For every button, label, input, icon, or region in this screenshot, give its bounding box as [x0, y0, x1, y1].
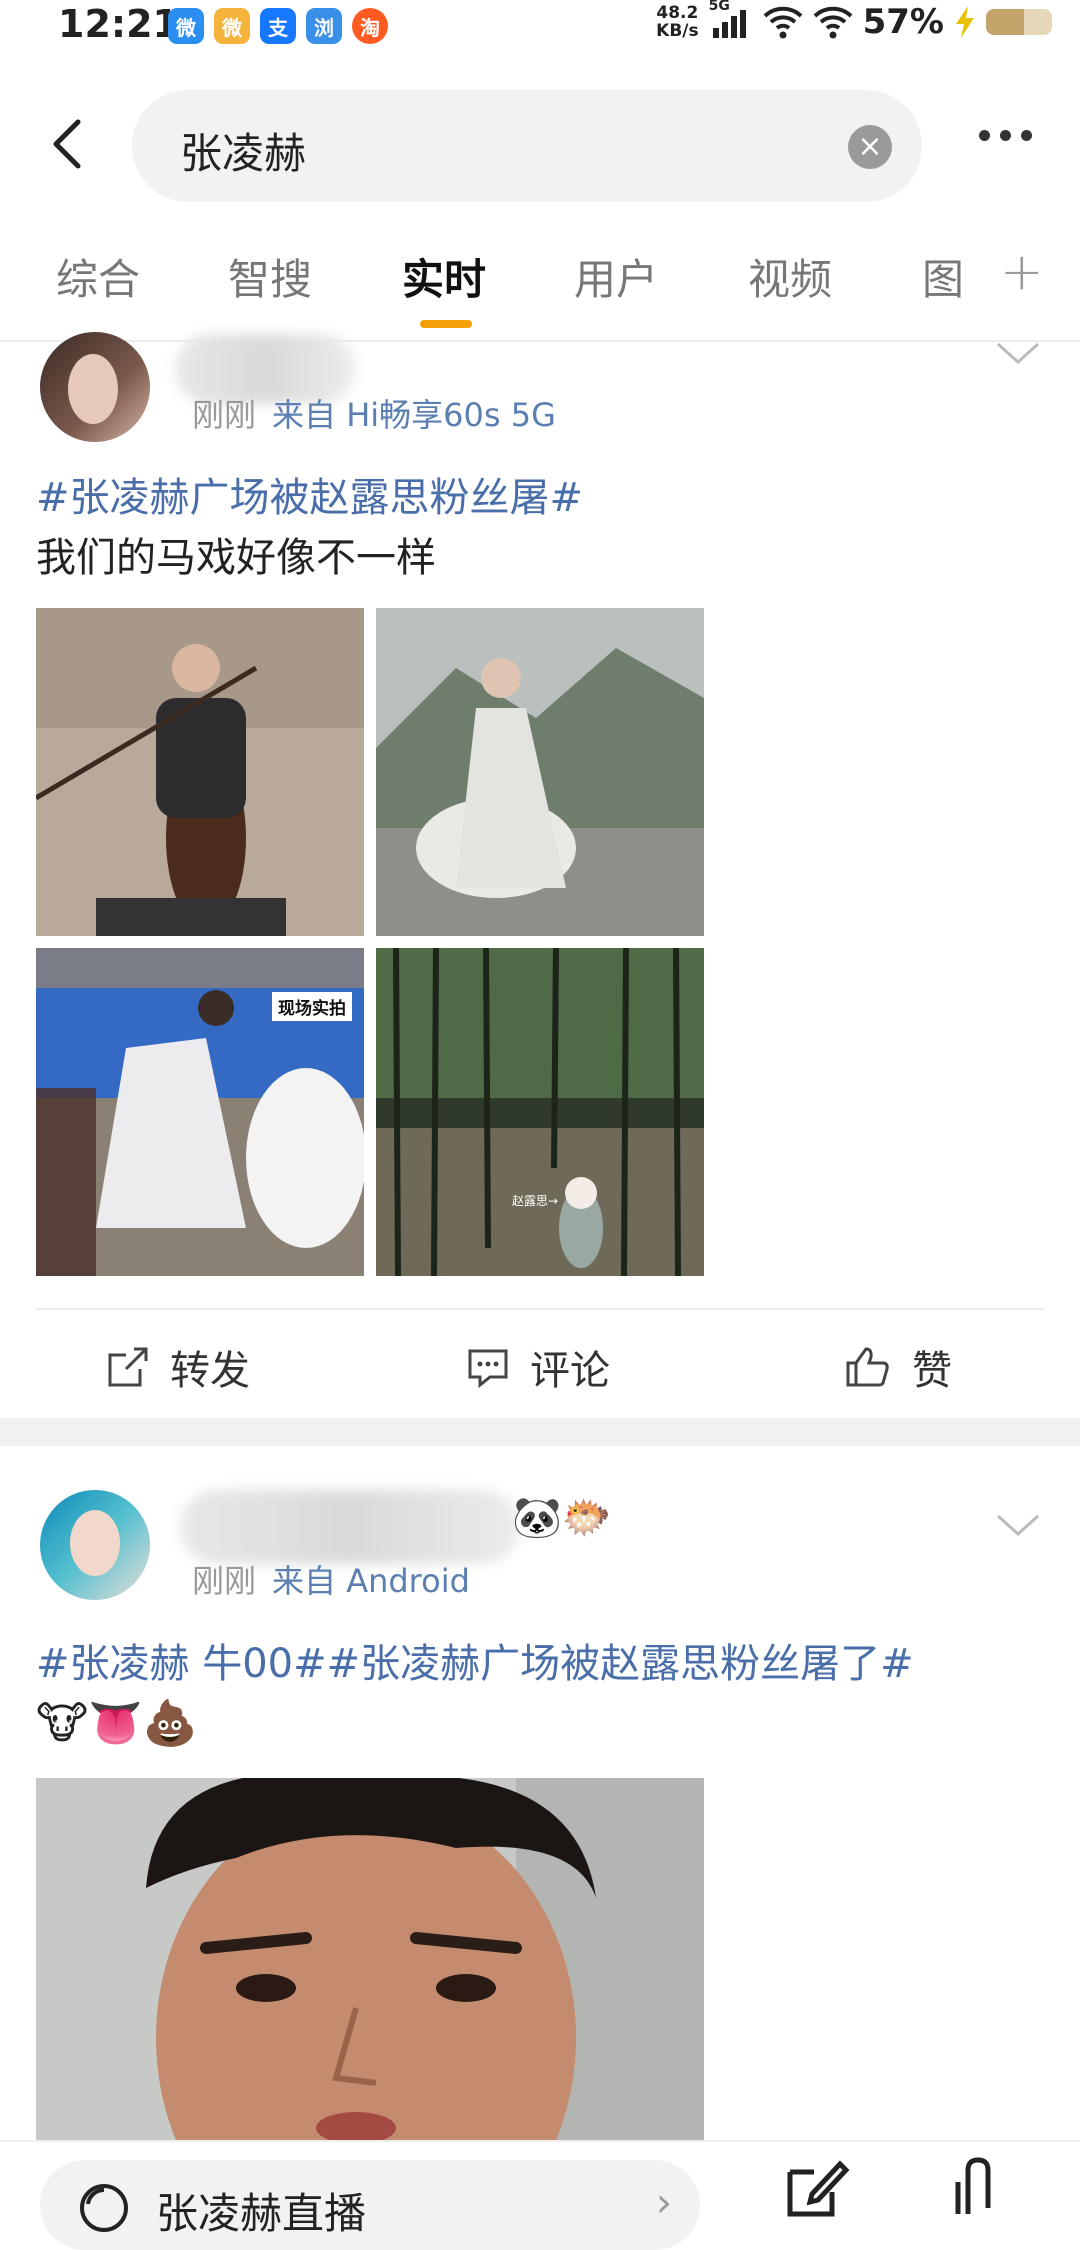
hashtag-link[interactable]: #张凌赫广场被赵露思粉丝屠#	[36, 468, 583, 528]
weibo-alt-icon: 微	[168, 8, 204, 44]
cell-signal-icon: 5G	[709, 0, 753, 42]
notification-icons: 微 微 支 浏 淘	[168, 8, 388, 44]
avatar[interactable]	[40, 332, 150, 442]
post-emojis: 🐮👅💩	[36, 1698, 198, 1749]
post-image-4[interactable]: 赵露思→	[376, 948, 704, 1276]
browser-icon: 浏	[306, 8, 342, 44]
image-caption: 赵露思→	[512, 1194, 559, 1208]
username-emojis: 🐼🐡	[512, 1495, 612, 1541]
wifi-icon-2	[813, 6, 852, 39]
repost-button[interactable]: 转发	[106, 1338, 250, 1396]
post-meta: 刚刚 来自 Android	[192, 1556, 470, 1602]
clear-search-icon[interactable]: ×	[848, 125, 892, 169]
charging-icon	[956, 6, 974, 38]
net-speed: 48.2 KB/s	[656, 3, 699, 41]
search-box[interactable]: 张凌赫 ×	[132, 90, 922, 202]
live-link-text: 张凌赫直播	[156, 2189, 367, 2238]
thumbs-up-icon	[846, 1347, 889, 1387]
post-actions: 转发 评论 赞	[36, 1308, 1044, 1420]
tab-realtime[interactable]: 实时	[402, 246, 486, 307]
active-tab-indicator	[420, 320, 472, 328]
post-body: #张凌赫 牛00##张凌赫广场被赵露思粉丝屠了# 🐮👅💩	[36, 1634, 914, 1754]
attachment-icon[interactable]	[940, 2152, 1010, 2222]
post-time: 刚刚	[192, 396, 257, 434]
status-bar: 12:21 微 微 支 浏 淘 48.2 KB/s 5G 57%	[0, 0, 1080, 56]
post-source: 来自 Hi畅享60s 5G	[272, 396, 556, 434]
like-button[interactable]: 赞	[844, 1338, 952, 1396]
post-body: #张凌赫广场被赵露思粉丝屠# 我们的马戏好像不一样	[36, 468, 583, 588]
feed-separator	[0, 1418, 1080, 1446]
post-meta: 刚刚 来自 Hi畅享60s 5G	[192, 390, 556, 436]
tab-comprehensive[interactable]: 综合	[56, 246, 140, 307]
chevron-right-icon: ›	[656, 2180, 672, 2226]
post-image-1[interactable]	[36, 1778, 704, 2140]
compose-icon[interactable]	[780, 2152, 850, 2222]
search-query[interactable]: 张凌赫	[180, 120, 306, 181]
taobao-icon: 淘	[352, 8, 388, 44]
battery-icon	[986, 9, 1052, 35]
tab-smart-search[interactable]: 智搜	[228, 246, 312, 307]
avatar[interactable]	[40, 1490, 150, 1600]
tab-videos[interactable]: 视频	[748, 246, 832, 307]
weibo-icon: 微	[214, 8, 250, 44]
search-tabs: 综合 智搜 实时 用户 视频 图 +	[0, 236, 1080, 342]
alipay-icon: 支	[260, 8, 296, 44]
tab-users[interactable]: 用户	[574, 246, 658, 307]
post-time: 刚刚	[192, 1562, 257, 1600]
post-image-3[interactable]: 现场实拍	[36, 948, 364, 1276]
post-source: 来自 Android	[272, 1562, 470, 1600]
comment-button[interactable]: 评论	[466, 1338, 610, 1396]
add-tab-icon[interactable]: +	[1000, 242, 1044, 302]
hashtag-link[interactable]: #张凌赫 牛00##张凌赫广场被赵露思粉丝屠了#	[36, 1634, 914, 1694]
image-label: 现场实拍	[272, 992, 352, 1021]
username-blurred[interactable]	[180, 1490, 520, 1564]
post-card: 刚刚 来自 Hi畅享60s 5G #张凌赫广场被赵露思粉丝屠# 我们的马戏好像不一…	[0, 332, 1080, 1420]
comment-icon	[468, 1349, 508, 1389]
chevron-down-icon[interactable]	[996, 340, 1040, 366]
search-header: 张凌赫 ×	[0, 86, 1080, 206]
wifi-icon	[763, 6, 802, 39]
live-search-pill[interactable]: 张凌赫直播 ›	[40, 2160, 700, 2250]
post-image-1[interactable]	[36, 608, 364, 936]
post-image-2[interactable]	[376, 608, 704, 936]
tab-images[interactable]: 图	[922, 246, 964, 307]
bottom-bar: 张凌赫直播 ›	[0, 2140, 1080, 2250]
more-options-icon[interactable]	[979, 130, 1032, 141]
clock: 12:21	[58, 2, 179, 46]
live-icon	[80, 2184, 128, 2232]
repost-icon	[108, 1347, 148, 1387]
back-arrow-icon[interactable]	[40, 114, 100, 174]
battery-percent: 57%	[862, 2, 944, 42]
chevron-down-icon[interactable]	[996, 1512, 1040, 1538]
post-card: 🐼🐡 刚刚 来自 Android #张凌赫 牛00##张凌赫广场被赵露思粉丝屠了#…	[0, 1446, 1080, 2146]
post-text: 我们的马戏好像不一样	[36, 535, 436, 581]
